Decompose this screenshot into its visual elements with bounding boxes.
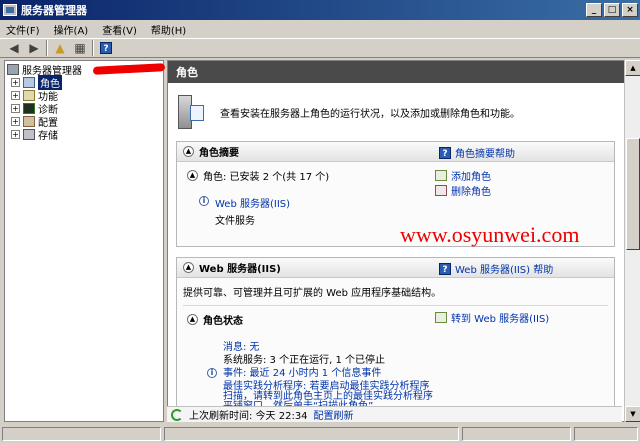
goto-web-server-link[interactable]: 转到 Web 服务器(IIS) [435,310,549,325]
collapse-icon[interactable]: ▲ [187,170,198,181]
tree-item-roles[interactable]: + 角色 [5,75,163,90]
web-server-description: 提供可靠、可管理并且可扩展的 Web 应用程序基础结构。 [183,288,442,299]
expand-icon[interactable]: + [11,104,20,113]
vertical-scrollbar[interactable]: ▲ ▼ [624,60,640,422]
web-server-header: ▲ Web 服务器(IIS) ? Web 服务器(IIS) 帮助 [177,258,614,278]
expand-icon[interactable]: + [11,130,20,139]
scroll-thumb[interactable] [626,138,640,250]
intro-text: 查看安装在服务器上角色的运行状况，以及添加或删除角色和功能。 [220,108,520,120]
window-title: 服务器管理器 [21,4,87,17]
web-server-section: ▲ Web 服务器(IIS) ? Web 服务器(IIS) 帮助 提供可靠、可管… [176,257,615,421]
add-roles-link[interactable]: 添加角色 [435,168,491,183]
tree-item-features[interactable]: + 功能 [5,89,163,103]
info-icon: i [207,368,217,378]
toolbar-separator [46,40,48,56]
tree-item-storage[interactable]: + 存储 [5,128,163,142]
web-server-help-link[interactable]: ? Web 服务器(IIS) 帮助 [439,261,553,276]
menu-action[interactable]: 操作(A) [54,22,89,37]
close-button[interactable]: × [622,3,638,17]
toolbar: ◀ ▶ ▲ ▦ ? [0,38,640,58]
roles-summary-header: ▲ 角色摘要 ? 角色摘要帮助 [177,142,614,162]
last-refresh-time: 上次刷新时间: 今天 22:34 [189,411,308,422]
content-header: 角色 [168,61,637,83]
maximize-button[interactable]: □ [604,3,620,17]
status-cell [461,427,572,441]
help-icon[interactable]: ? [98,40,114,56]
back-arrow-icon[interactable]: ◀ [6,40,22,56]
status-cell [164,427,459,441]
status-cell [2,427,162,441]
server-roles-icon [176,93,206,131]
expand-icon[interactable]: + [11,117,20,126]
expand-icon[interactable]: + [11,91,20,100]
diagnostics-icon [23,103,35,114]
menu-file[interactable]: 文件(F) [6,22,40,37]
configure-refresh-link[interactable]: 配置刷新 [314,407,354,422]
server-icon [7,64,19,75]
add-roles-icon [435,170,447,181]
help-icon: ? [439,146,451,159]
messages-status: 消息: 无 [223,342,260,353]
remove-roles-icon [435,185,447,196]
installed-role-web[interactable]: Web 服务器(IIS) [215,195,290,210]
roles-actions: 添加角色 删除角色 [435,168,491,198]
expand-icon[interactable]: + [11,78,20,87]
collapse-icon[interactable]: ▲ [183,262,194,273]
info-icon: i [199,196,209,206]
system-services-status: 系统服务: 3 个正在运行, 1 个已停止 [223,355,385,366]
roles-icon [23,77,35,88]
intro-block: 查看安装在服务器上角色的运行状况，以及添加或删除角色和功能。 [168,83,637,141]
collapse-icon[interactable]: ▲ [183,146,194,157]
tree-item-diagnostics[interactable]: + 诊断 [5,102,163,116]
tree-item-configuration[interactable]: + 配置 [5,115,163,129]
scroll-down-icon[interactable]: ▼ [625,406,640,422]
status-bar [0,425,640,443]
roles-count-line: ▲ 角色: 已安装 2 个(共 17 个) [177,162,614,183]
goto-icon [435,312,447,323]
status-cell [574,427,638,441]
show-hide-tree-icon[interactable]: ▦ [72,40,88,56]
configuration-icon [23,116,35,127]
menu-view[interactable]: 查看(V) [102,22,137,37]
refresh-icon [171,408,183,421]
forward-arrow-icon[interactable]: ▶ [26,40,42,56]
watermark: www.osyunwei.com [400,222,580,247]
events-status: 事件: 最近 24 小时内 1 个信息事件 [223,368,382,379]
menu-help[interactable]: 帮助(H) [151,22,186,37]
title-bar: 服务器管理器 _ □ × [0,0,640,20]
roles-summary-help-link[interactable]: ? 角色摘要帮助 [439,145,515,160]
menu-bar: 文件(F) 操作(A) 查看(V) 帮助(H) [0,20,640,38]
minimize-button[interactable]: _ [586,3,602,17]
features-icon [23,90,35,101]
installed-role-file: 文件服务 [215,216,255,227]
up-folder-icon[interactable]: ▲ [52,40,68,56]
remove-roles-link[interactable]: 删除角色 [435,183,491,198]
navigation-tree: 服务器管理器 + 角色 + 功能 + 诊断 + 配置 + 存储 [4,60,166,422]
storage-icon [23,129,35,140]
help-icon: ? [439,262,451,275]
role-status-title: 角色状态 [203,316,243,327]
toolbar-separator [92,40,94,56]
collapse-icon[interactable]: ▲ [187,314,198,325]
refresh-bar: 上次刷新时间: 今天 22:34 配置刷新 [167,406,622,422]
scroll-up-icon[interactable]: ▲ [625,60,640,76]
server-manager-icon [3,4,17,16]
